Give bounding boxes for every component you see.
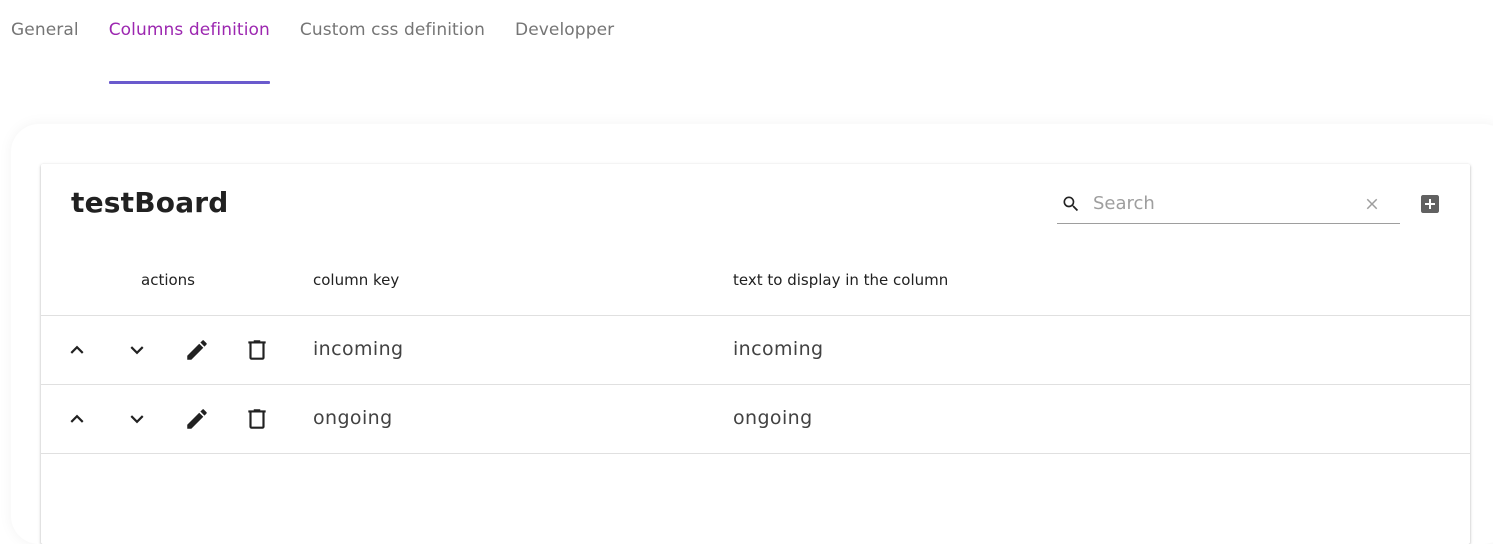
table-row: incoming incoming bbox=[41, 316, 1470, 385]
edit-button[interactable] bbox=[184, 406, 210, 432]
columns-table: actions column key text to display in th… bbox=[41, 256, 1470, 454]
tab-label: General bbox=[11, 20, 79, 40]
header-text: text to display in the column bbox=[733, 271, 949, 289]
tab-custom-css-definition[interactable]: Custom css definition bbox=[289, 0, 496, 84]
card-title: testBoard bbox=[71, 186, 229, 219]
table-row: ongoing ongoing bbox=[41, 385, 1470, 454]
pencil-icon bbox=[187, 409, 207, 429]
header-column-key: column key bbox=[313, 271, 400, 289]
close-icon[interactable] bbox=[1363, 195, 1381, 213]
add-column-button[interactable] bbox=[1418, 192, 1442, 216]
tab-developper[interactable]: Developper bbox=[504, 0, 625, 84]
delete-button[interactable] bbox=[244, 406, 270, 432]
table-header: actions column key text to display in th… bbox=[41, 256, 1470, 316]
cell-column-key: ongoing bbox=[313, 407, 393, 429]
edit-button[interactable] bbox=[184, 337, 210, 363]
move-up-button[interactable] bbox=[64, 406, 90, 432]
columns-card: testBoard actions column key text to dis… bbox=[41, 164, 1470, 544]
trash-icon bbox=[248, 340, 266, 360]
chevron-down-icon bbox=[130, 415, 144, 424]
cell-column-key: incoming bbox=[313, 338, 404, 360]
chevron-down-icon bbox=[130, 346, 144, 355]
search-icon bbox=[1061, 194, 1081, 214]
trash-icon bbox=[248, 409, 266, 429]
chevron-up-icon bbox=[70, 414, 84, 423]
chevron-up-icon bbox=[70, 345, 84, 354]
pencil-icon bbox=[187, 340, 207, 360]
move-up-button[interactable] bbox=[64, 337, 90, 363]
cell-text: ongoing bbox=[733, 407, 813, 429]
tab-columns-definition[interactable]: Columns definition bbox=[98, 0, 281, 84]
add-box-icon bbox=[1421, 195, 1439, 213]
tab-bar: General Columns definition Custom css de… bbox=[0, 0, 625, 84]
search-field bbox=[1057, 184, 1400, 224]
search-input[interactable] bbox=[1091, 188, 1351, 218]
header-actions: actions bbox=[141, 271, 195, 289]
tab-label: Columns definition bbox=[108, 20, 270, 40]
tab-general[interactable]: General bbox=[0, 0, 90, 84]
cell-text: incoming bbox=[733, 338, 824, 360]
move-down-button[interactable] bbox=[124, 406, 150, 432]
delete-button[interactable] bbox=[244, 337, 270, 363]
tab-label: Custom css definition bbox=[299, 20, 486, 40]
move-down-button[interactable] bbox=[124, 337, 150, 363]
tab-label: Developper bbox=[515, 20, 615, 40]
